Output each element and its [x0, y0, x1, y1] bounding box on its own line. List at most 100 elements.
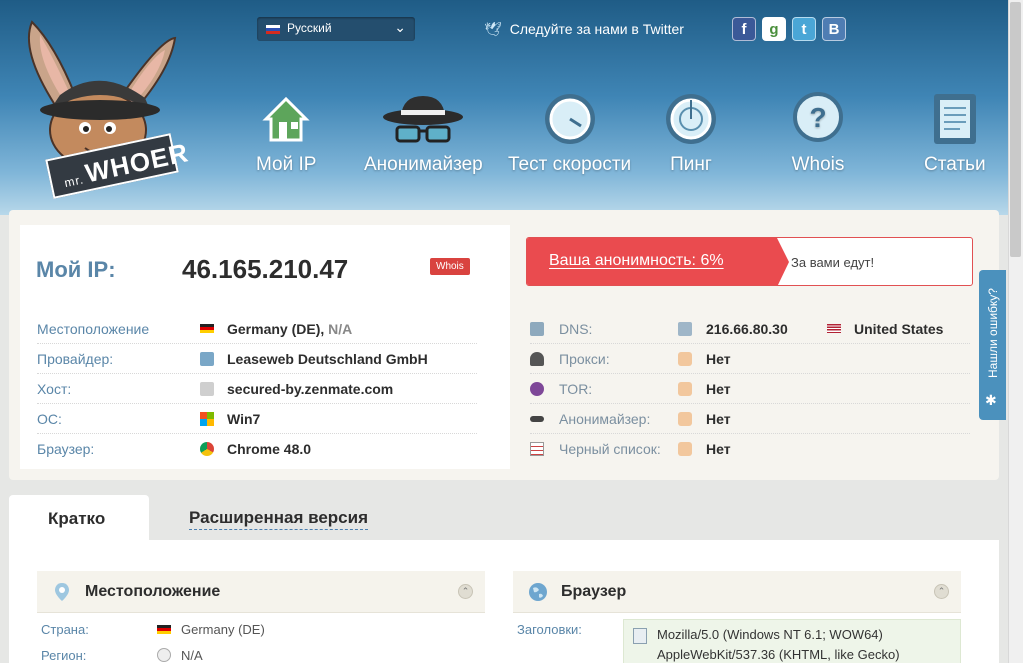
- document-icon: [633, 628, 647, 644]
- check-row-anonymizer: Анонимайзер: Нет: [530, 404, 970, 434]
- browser-section-header[interactable]: Браузер ⌃: [513, 571, 961, 613]
- scrollbar[interactable]: [1008, 0, 1023, 663]
- dns-label: DNS:: [559, 321, 593, 337]
- nav-whois[interactable]: ? Whois: [790, 90, 846, 176]
- anonymizer-value: Нет: [706, 411, 731, 427]
- dns-icon: [530, 322, 544, 336]
- question-bubble-icon: ?: [790, 90, 846, 148]
- proxy-spy-icon: [530, 352, 544, 366]
- tor-onion-icon: [530, 382, 544, 396]
- info-row-location: Местоположение Germany (DE), N/A: [37, 314, 477, 344]
- nav-ping-label: Пинг: [670, 154, 712, 175]
- blacklist-label: Черный список:: [559, 441, 661, 457]
- server-icon: [200, 382, 214, 396]
- tor-value: Нет: [706, 381, 731, 397]
- bug-icon: ✱: [985, 392, 997, 408]
- flag-de-icon: [157, 625, 171, 634]
- proxy-value: Нет: [706, 351, 731, 367]
- globe-icon: [529, 583, 547, 601]
- feedback-tab[interactable]: Нашли ошибку? ✱: [979, 270, 1006, 420]
- location-section-title: Местоположение: [85, 583, 221, 600]
- chevron-down-icon: ⌄: [394, 19, 406, 35]
- logo-prefix: mr.: [63, 172, 86, 191]
- host-label: Хост:: [37, 381, 72, 397]
- location-value: Germany (DE),: [227, 321, 325, 337]
- windows-icon: [200, 412, 214, 426]
- document-icon: [200, 352, 214, 366]
- check-row-dns: DNS: 216.66.80.30 United States: [530, 314, 970, 344]
- spy-hat-icon: [378, 90, 468, 148]
- proxy-label: Прокси:: [559, 351, 610, 367]
- country-value: Germany (DE): [181, 622, 265, 637]
- nav-my-ip-label: Мой IP: [256, 154, 317, 175]
- nav-speed-test[interactable]: Тест скорости: [508, 90, 631, 176]
- flag-ru-icon: [266, 25, 280, 34]
- user-agent-line: Mozilla/5.0 (Windows NT 6.1; WOW64): [657, 627, 883, 642]
- info-row-provider: Провайдер: Leaseweb Deutschland GmbH: [37, 344, 477, 374]
- twitter-follow-text: Следуйте за нами в Twitter: [509, 21, 684, 37]
- tab-brief[interactable]: Кратко: [9, 495, 149, 543]
- user-agent-line: AppleWebKit/537.36 (KHTML, like Gecko): [657, 647, 900, 662]
- anonymity-percent-link[interactable]: Ваша анонимность: 6%: [527, 238, 789, 285]
- vk-icon[interactable]: B: [822, 17, 846, 41]
- provider-label: Провайдер:: [37, 351, 114, 367]
- network-icon: [678, 322, 692, 336]
- flag-us-icon: [827, 324, 841, 333]
- location-region: N/A: [328, 321, 353, 337]
- thumbs-up-icon: [678, 382, 692, 396]
- nav-articles[interactable]: Статьи: [924, 90, 986, 176]
- anonymity-banner: Ваша анонимность: 6% За вами едут!: [526, 237, 973, 286]
- info-row-browser: Браузер: Chrome 48.0: [37, 434, 477, 464]
- twitter-follow-link[interactable]: 🕊 Следуйте за нами в Twitter: [484, 21, 684, 38]
- whoer-logo[interactable]: mr.WHOER: [10, 10, 200, 200]
- dns-value: 216.66.80.30: [706, 321, 788, 337]
- anonymizer-label: Анонимайзер:: [559, 411, 651, 427]
- region-label: Регион:: [41, 648, 87, 663]
- nav-speed-test-label: Тест скорости: [508, 154, 632, 175]
- tab-extended[interactable]: Расширенная версия: [189, 508, 369, 530]
- scrollbar-thumb[interactable]: [1010, 2, 1021, 257]
- provider-value: Leaseweb Deutschland GmbH: [227, 351, 428, 367]
- thumbs-up-icon: [678, 352, 692, 366]
- svg-text:?: ?: [809, 102, 826, 133]
- location-section-header[interactable]: Местоположение ⌃: [37, 571, 485, 613]
- tor-label: TOR:: [559, 381, 593, 397]
- nav-ping[interactable]: Пинг: [663, 90, 719, 176]
- location-label: Местоположение: [37, 321, 150, 337]
- glasses-icon: [530, 416, 544, 422]
- flag-de-icon: [200, 324, 214, 333]
- map-pin-icon: [55, 583, 69, 601]
- feedback-label: Нашли ошибку?: [986, 288, 1000, 378]
- nav-my-ip[interactable]: Мой IP: [256, 90, 316, 176]
- language-select[interactable]: Русский ⌄: [257, 17, 415, 41]
- headers-label: Заголовки:: [517, 622, 582, 637]
- os-value: Win7: [227, 411, 261, 427]
- browser-value: Chrome 48.0: [227, 441, 312, 457]
- nav-anonymizer[interactable]: Анонимайзер: [364, 90, 483, 176]
- collapse-icon[interactable]: ⌃: [458, 584, 473, 599]
- language-value: Русский: [287, 21, 332, 35]
- nav-articles-label: Статьи: [924, 154, 986, 175]
- country-label: Страна:: [41, 622, 89, 637]
- blacklist-value: Нет: [706, 441, 731, 457]
- info-row-host: Хост: secured-by.zenmate.com: [37, 374, 477, 404]
- collapse-icon[interactable]: ⌃: [934, 584, 949, 599]
- compass-icon: [157, 648, 171, 662]
- document-icon: [927, 90, 983, 148]
- ip-address: 46.165.210.47: [182, 254, 349, 284]
- dns-country: United States: [854, 321, 944, 337]
- region-value: N/A: [181, 648, 203, 663]
- info-row-os: ОС: Win7: [37, 404, 477, 434]
- nav-anonymizer-label: Анонимайзер: [364, 154, 483, 175]
- google-icon[interactable]: g: [762, 17, 786, 41]
- facebook-icon[interactable]: f: [732, 17, 756, 41]
- os-label: ОС:: [37, 411, 62, 427]
- twitter-icon[interactable]: t: [792, 17, 816, 41]
- thumbs-up-icon: [678, 412, 692, 426]
- ip-card: Мой IP: 46.165.210.47 Whois Местоположен…: [20, 225, 510, 469]
- chrome-icon: [200, 442, 214, 456]
- nav-whois-label: Whois: [791, 154, 845, 175]
- browser-label: Браузер:: [37, 441, 95, 457]
- whois-badge[interactable]: Whois: [430, 258, 470, 275]
- host-value: secured-by.zenmate.com: [227, 381, 394, 397]
